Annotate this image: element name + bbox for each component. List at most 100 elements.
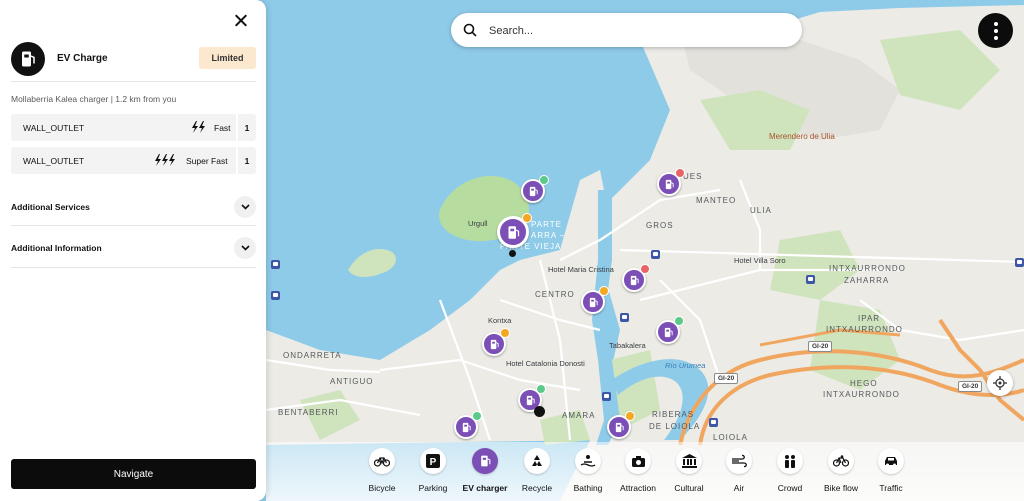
- category-traffic[interactable]: Traffic: [861, 448, 921, 493]
- district-label: INTXAURRONDO: [829, 264, 906, 273]
- search-bar[interactable]: [451, 13, 802, 47]
- ev-charger-pin[interactable]: [454, 411, 482, 439]
- additional-information-toggle[interactable]: Additional Information: [11, 236, 256, 260]
- district-label: ONDARRETA: [283, 351, 342, 360]
- ev-charger-pin[interactable]: [521, 175, 549, 203]
- navigate-button[interactable]: Navigate: [11, 459, 256, 489]
- bus-stop-icon[interactable]: [602, 392, 611, 401]
- bus-stop-icon[interactable]: [271, 291, 280, 300]
- ev-charger-pin[interactable]: [581, 286, 609, 314]
- bike-flow-icon: [828, 448, 854, 474]
- district-label: ANTIGUO: [330, 377, 374, 386]
- district-label: CENTRO: [535, 290, 575, 299]
- more-vertical-icon: [993, 21, 998, 26]
- category-label: Traffic: [879, 483, 903, 493]
- search-input[interactable]: [487, 21, 791, 41]
- ev-charger-pin[interactable]: [657, 168, 685, 196]
- connector-speed: Super Fast: [186, 156, 228, 166]
- recycle-icon: [524, 448, 550, 474]
- district-label: ARRA –: [531, 231, 566, 240]
- district-label: DE LOIOLA: [649, 422, 701, 431]
- crosshair-icon: [993, 376, 1007, 390]
- river-label: Río Urumea: [665, 361, 706, 370]
- car-icon: [878, 448, 904, 474]
- ev-charger-pin[interactable]: [622, 264, 650, 292]
- category-ev-charger[interactable]: EV charger: [455, 448, 515, 493]
- road-shield: GI-20: [808, 341, 833, 352]
- poi-label: Kontxa: [488, 316, 512, 325]
- poi-label: Hotel Villa Soro: [734, 256, 786, 265]
- bus-stop-icon[interactable]: [1015, 258, 1024, 267]
- chevron-down-icon[interactable]: [234, 237, 256, 259]
- district-label: PARTE: [531, 220, 562, 229]
- locate-me-button[interactable]: [987, 370, 1013, 396]
- poi-label: Merendero de Ulia: [769, 132, 835, 141]
- ev-charger-icon: [664, 327, 673, 337]
- svg-text:P: P: [430, 457, 437, 468]
- connector-type: WALL_OUTLET: [23, 156, 85, 166]
- double-bolt-icon: [192, 121, 205, 133]
- district-label: MANTEO: [696, 196, 737, 205]
- triple-bolt-icon: [155, 154, 175, 166]
- district-label: AMARA: [562, 411, 596, 420]
- bathing-icon: [575, 448, 601, 474]
- connector-row: WALL_OUTLET Fast 1: [11, 114, 256, 141]
- ev-charger-icon: [529, 186, 538, 196]
- section-label: Additional Services: [11, 202, 90, 212]
- ev-charger-icon: [462, 422, 471, 432]
- ev-charger-pin[interactable]: [482, 328, 510, 356]
- district-label: GROS: [646, 221, 674, 230]
- chevron-down-icon[interactable]: [234, 196, 256, 218]
- poi-label: Urgull: [468, 219, 488, 228]
- road-shield: GI-20: [958, 381, 983, 392]
- ev-charger-icon: [508, 225, 519, 239]
- status-badge: Limited: [199, 47, 256, 69]
- ev-charger-icon: [615, 422, 624, 432]
- poi-label: Hotel Maria Cristina: [548, 265, 614, 274]
- bus-stop-icon[interactable]: [271, 260, 280, 269]
- panel-title: EV Charge: [57, 53, 108, 64]
- camera-icon: [625, 448, 651, 474]
- connector-speed: Fast: [214, 123, 231, 133]
- district-label: IPAR: [858, 314, 881, 323]
- ev-charger-icon: [490, 339, 499, 349]
- charger-detail-panel: EV Charge Limited Mollaberria Kalea char…: [0, 0, 266, 501]
- category-parking[interactable]: P Parking: [403, 448, 463, 493]
- people-icon: [777, 448, 803, 474]
- ev-charger-pin[interactable]: [656, 316, 684, 344]
- bus-stop-icon[interactable]: [620, 313, 629, 322]
- ev-charger-icon: [589, 297, 598, 307]
- district-label: RIBERAS: [652, 410, 695, 419]
- bicycle-icon: [369, 448, 395, 474]
- location-dot: [534, 406, 545, 417]
- additional-services-toggle[interactable]: Additional Services: [11, 195, 256, 219]
- category-label: Parking: [418, 483, 448, 493]
- district-label: ZAHARRA: [844, 276, 890, 285]
- ev-charger-pin[interactable]: [607, 411, 635, 439]
- divider: [11, 225, 256, 226]
- bus-stop-icon[interactable]: [709, 418, 718, 427]
- district-label: BENTABERRI: [278, 408, 339, 417]
- bus-stop-icon[interactable]: [651, 250, 660, 259]
- district-label: LOIOLA: [713, 433, 748, 442]
- district-label: HEGO: [850, 379, 878, 388]
- ev-charger-pin-selected[interactable]: [497, 213, 532, 248]
- connector-count: 1: [236, 147, 256, 174]
- search-icon: [463, 23, 477, 37]
- more-options-button[interactable]: [978, 13, 1013, 48]
- museum-icon: [676, 448, 702, 474]
- location-dot: [509, 250, 516, 257]
- ev-charger-icon: [11, 42, 45, 76]
- section-label: Additional Information: [11, 243, 102, 253]
- wind-icon: [726, 448, 752, 474]
- close-icon[interactable]: [232, 12, 250, 30]
- divider: [11, 267, 256, 268]
- connector-row: WALL_OUTLET Super Fast 1: [11, 147, 256, 174]
- ev-charger-icon: [526, 395, 535, 405]
- road-shield: GI-20: [714, 373, 739, 384]
- parking-icon: P: [420, 448, 446, 474]
- divider: [11, 81, 256, 82]
- ev-charger-icon: [472, 448, 498, 474]
- bus-stop-icon[interactable]: [806, 275, 815, 284]
- category-label: EV charger: [462, 483, 508, 493]
